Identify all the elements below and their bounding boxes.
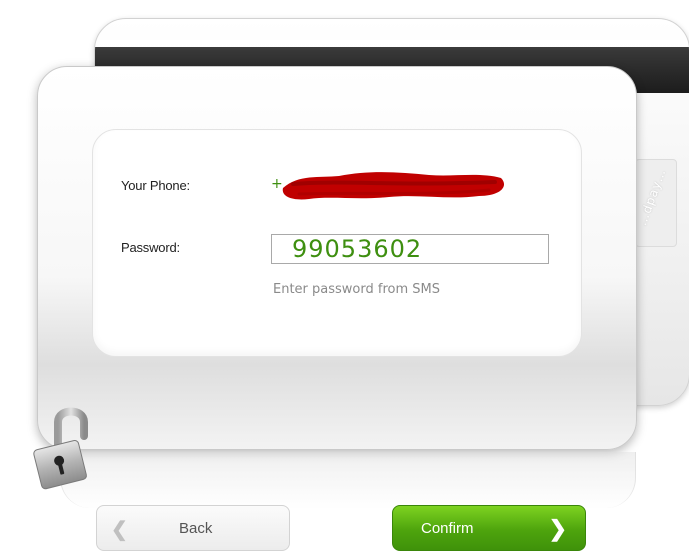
signature-text: …dpay… (635, 166, 669, 228)
password-label: Password: (121, 240, 180, 255)
back-button[interactable]: ❮ Back (96, 505, 290, 551)
form-panel: Your Phone: + Password: Enter password f… (92, 129, 582, 357)
chevron-right-icon: ❯ (548, 516, 567, 541)
open-padlock-icon (33, 407, 88, 490)
chevron-left-icon: ❮ (111, 519, 128, 541)
card-front: Your Phone: + Password: Enter password f… (37, 66, 637, 450)
phone-label: Your Phone: (121, 178, 190, 193)
confirm-button[interactable]: Confirm ❯ (392, 505, 586, 551)
password-input[interactable] (271, 234, 549, 264)
back-button-label: Back (179, 520, 213, 537)
card-reflection (60, 452, 636, 508)
phone-value: + (271, 176, 283, 192)
signature-panel: …dpay… (635, 159, 677, 247)
confirm-button-label: Confirm (421, 520, 474, 537)
redaction-scribble (282, 172, 505, 200)
password-hint: Enter password from SMS (273, 282, 440, 297)
